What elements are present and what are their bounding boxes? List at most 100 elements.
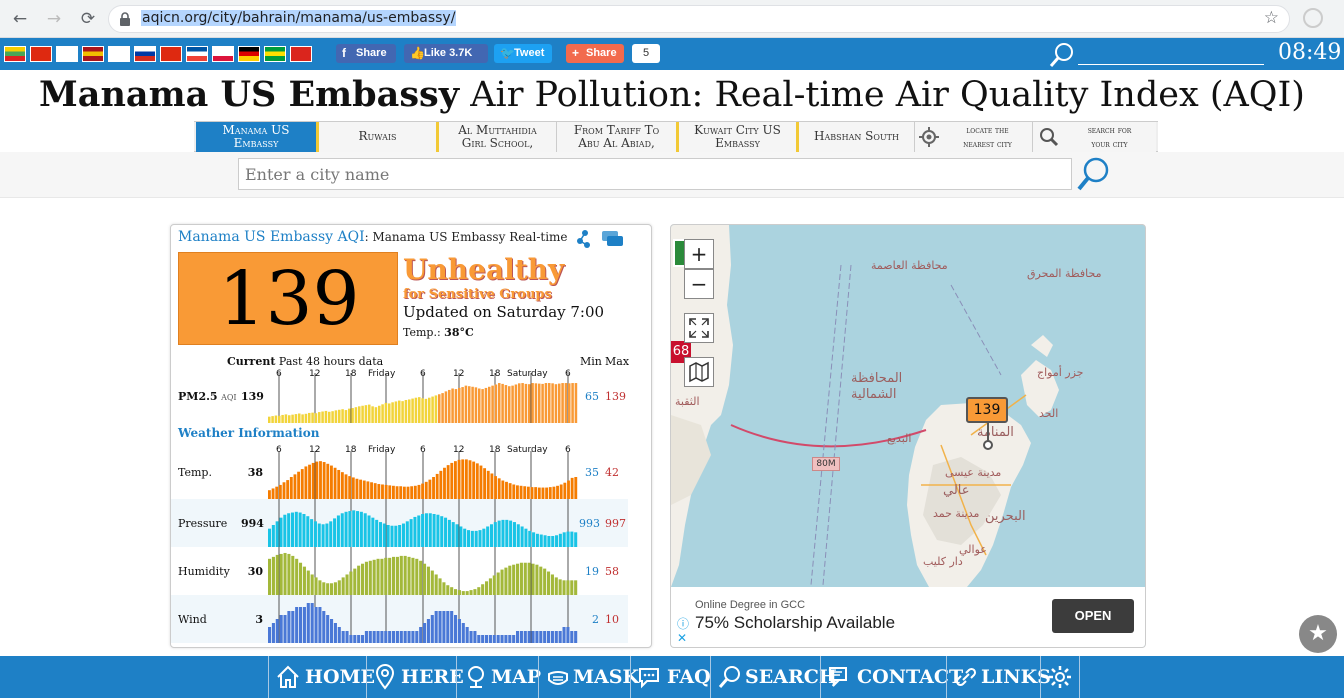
chart-bar [411,398,414,423]
zoom-out-button[interactable]: − [684,269,714,299]
bookmark-star-icon[interactable]: ☆ [1264,8,1279,28]
nav-contact[interactable]: CONTACT [820,656,963,698]
chart-bar [418,397,421,424]
nav-links[interactable]: LINKS [946,656,1051,698]
tab-ruwais[interactable]: Ruwais [316,122,436,152]
chat-bubbles-icon[interactable] [601,229,625,249]
facebook-share-button[interactable]: f Share [336,44,396,63]
tab-locate-nearest[interactable]: locate the nearest city [914,122,1032,152]
chart-bar [306,603,310,643]
chart-bar [326,615,330,643]
chart-bar [361,563,365,595]
url-text[interactable]: aqicn.org/city/bahrain/manama/us-embassy… [141,10,457,26]
nav-search[interactable]: SEARCH [710,656,837,698]
advertisement[interactable]: ⓘ ✕ Online Degree in GCC 75% Scholarship… [671,587,1145,647]
extension-icon[interactable] [1303,8,1323,28]
nav-map[interactable]: MAP [456,656,541,698]
address-bar[interactable]: aqicn.org/city/bahrain/manama/us-embassy… [108,5,1290,33]
tweet-button[interactable]: 🐦 Tweet [494,44,552,63]
thumbs-up-icon: 👍 [410,46,425,60]
flag-myanmar-icon[interactable] [4,46,26,62]
chart-bar [348,511,352,547]
city-search-input[interactable] [238,158,1072,190]
chart-bar [311,412,314,423]
chart-bar [484,387,488,423]
chart-bar [373,483,377,499]
flag-brazil-icon[interactable] [264,46,286,62]
nav-settings[interactable] [1040,656,1080,698]
chart-bar [294,511,298,547]
map-widget[interactable]: محافظة العاصمة محافظة المحرق جزر أمواج ا… [670,224,1146,648]
chart-bar [322,582,326,595]
ad-headline[interactable]: 75% Scholarship Available [695,613,895,633]
flag-poland-icon[interactable] [212,46,234,62]
pm25-history-chart[interactable] [268,373,578,424]
map-station-marker[interactable]: 139 [966,397,1008,423]
chart-bar [432,514,436,547]
chart-bar [341,409,344,423]
chart-bar [399,631,403,643]
chart-bar [401,523,405,547]
chart-bar [415,558,419,595]
chart-bar [545,487,549,499]
wind-current: 3 [255,613,263,626]
ad-small-text: Online Degree in GCC [695,599,806,611]
chart-bar [461,387,464,423]
map-layers-button[interactable] [684,357,714,387]
flag-vietnam-icon[interactable] [290,46,312,62]
flag-france-icon[interactable] [186,46,208,62]
chart-bar [494,476,497,499]
tab-manama-us-embassy[interactable]: Manama US Embassy [196,122,316,152]
tab-from-tariff[interactable]: From Tariff To Abu Al Abiad, [556,122,676,152]
nav-here[interactable]: HERE [366,656,464,698]
tab-kuwait-city[interactable]: Kuwait City US Embassy [676,122,796,152]
chart-bar [574,532,578,547]
flag-japan-icon[interactable] [56,46,78,62]
favorite-star-button[interactable]: ★ [1299,615,1337,653]
chart-bar [310,519,314,547]
pressure-history-chart[interactable] [268,499,578,547]
ad-close-icon[interactable]: ✕ [677,631,687,645]
share-network-icon[interactable] [575,229,595,249]
tab-al-muttahidia[interactable]: Al Muttahidia Girl School, [436,122,556,152]
chart-bar [361,405,364,423]
chart-bar [328,411,331,423]
search-icon[interactable] [1074,155,1112,193]
chart-bar [395,556,399,595]
wind-history-chart[interactable] [268,595,578,643]
reload-icon[interactable]: ⟳ [76,7,100,31]
chart-bar [483,468,487,499]
nav-faq[interactable]: FAQ [630,656,711,698]
flag-hongkong-icon[interactable] [160,46,182,62]
forward-arrow-icon[interactable]: → [42,7,66,31]
tab-habshan-south[interactable]: Habshan South [796,122,914,152]
flag-spain-icon[interactable] [82,46,104,62]
temp-history-chart[interactable] [268,451,578,499]
flag-russia-icon[interactable] [134,46,156,62]
flag-korea-icon[interactable] [108,46,130,62]
chart-bar [333,467,337,499]
chart-bar [362,480,366,499]
search-underline[interactable] [1078,64,1264,65]
humidity-history-chart[interactable] [268,547,578,595]
nav-home[interactable]: HOME [268,656,375,698]
share-button[interactable]: + Share [566,44,624,63]
nav-mask[interactable]: MASK [538,656,639,698]
chart-bar [539,566,543,595]
chart-bar [521,383,524,423]
chart-bar [558,631,562,643]
fullscreen-button[interactable] [684,313,714,343]
ad-info-icon[interactable]: ⓘ [677,615,689,632]
back-arrow-icon[interactable]: ← [8,7,32,31]
map-place-label: الحد [1039,407,1059,420]
facebook-like-button[interactable]: 👍 Like 3.7K [404,44,488,63]
flag-germany-icon[interactable] [238,46,260,62]
search-icon[interactable] [1048,41,1078,69]
map-icon [689,361,709,383]
flag-china-icon[interactable] [30,46,52,62]
tab-search-city[interactable]: search for your city [1032,122,1156,152]
zoom-in-button[interactable]: + [684,239,714,269]
panel-city-name[interactable]: Manama US Embassy [178,229,333,245]
chart-bar [494,384,498,423]
ad-open-button[interactable]: OPEN [1052,599,1134,633]
